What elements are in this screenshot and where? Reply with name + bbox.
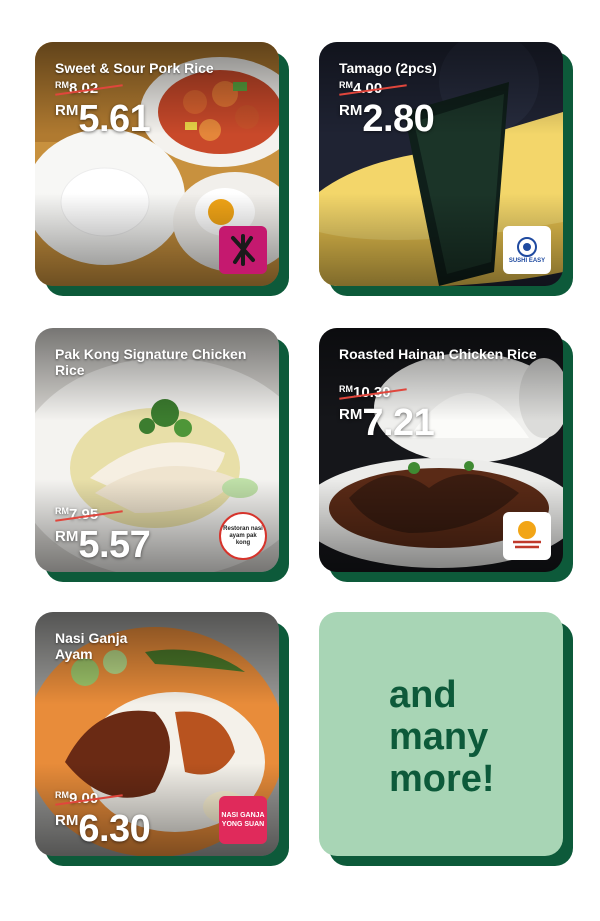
food-card-sweet-sour-pork[interactable]: Sweet & Sour Pork Rice RM8.02 RM5.61 — [35, 42, 289, 296]
food-card-nasi-ganja-ayam[interactable]: Nasi Ganja Ayam RM9.00 RM6.30 NASI GANJA… — [35, 612, 289, 866]
original-price: RM4.00 — [339, 80, 434, 98]
discounted-currency: RM — [55, 102, 79, 119]
food-card-tamago[interactable]: Tamago (2pcs) RM4.00 RM2.80 SUSHI EASY — [319, 42, 573, 296]
discounted-currency: RM — [339, 406, 363, 423]
original-price: RM9.00 — [55, 790, 150, 808]
discounted-currency: RM — [55, 528, 79, 545]
price-block: RM9.00 RM6.30 — [55, 790, 151, 851]
discounted-price-value: 2.80 — [362, 98, 435, 140]
card-body: and many more! — [319, 612, 563, 856]
merchant-logo — [219, 226, 267, 274]
item-title: Sweet & Sour Pork Rice — [55, 60, 214, 76]
merchant-logo-icon — [513, 521, 541, 549]
food-card-roasted-hainan-chicken-rice[interactable]: Roasted Hainan Chicken Rice RM10.30 RM7.… — [319, 328, 573, 582]
discounted-price: RM6.30 — [55, 808, 151, 851]
merchant-logo: Restoran nasi ayam pak kong — [219, 512, 267, 560]
discounted-price: RM2.80 — [339, 98, 435, 141]
item-title: Pak Kong Signature Chicken Rice — [55, 346, 247, 378]
merchant-logo-icon — [517, 237, 537, 257]
merchant-logo — [503, 512, 551, 560]
price-block: RM7.95 RM5.57 — [55, 506, 151, 567]
card-body: Tamago (2pcs) RM4.00 RM2.80 SUSHI EASY — [319, 42, 563, 286]
original-currency: RM — [339, 80, 353, 90]
item-title: Tamago (2pcs) — [339, 60, 437, 76]
card-body: Pak Kong Signature Chicken Rice RM7.95 R… — [35, 328, 279, 572]
and-many-more-text: and many more! — [389, 674, 495, 800]
merchant-logo: SUSHI EASY — [503, 226, 551, 274]
original-currency: RM — [55, 80, 69, 90]
discounted-price-value: 7.21 — [362, 402, 435, 444]
card-body: Nasi Ganja Ayam RM9.00 RM6.30 NASI GANJA… — [35, 612, 279, 856]
card-body: Sweet & Sour Pork Rice RM8.02 RM5.61 — [35, 42, 279, 286]
discounted-price: RM5.57 — [55, 524, 151, 567]
merchant-logo-text: SUSHI EASY — [508, 258, 546, 264]
price-block: RM8.02 RM5.61 — [55, 80, 151, 141]
merchant-logo-text: Restoran nasi ayam pak kong — [223, 525, 263, 546]
item-title: Nasi Ganja Ayam — [55, 630, 128, 662]
original-currency: RM — [55, 790, 69, 800]
discounted-currency: RM — [55, 812, 79, 829]
original-price: RM10.30 — [339, 384, 434, 402]
food-card-pak-kong-chicken-rice[interactable]: Pak Kong Signature Chicken Rice RM7.95 R… — [35, 328, 289, 582]
original-currency: RM — [55, 506, 69, 516]
and-many-more-card: and many more! — [319, 612, 573, 866]
discounted-price: RM5.61 — [55, 98, 151, 141]
original-price: RM8.02 — [55, 80, 150, 98]
price-block: RM10.30 RM7.21 — [339, 384, 435, 445]
original-price: RM7.95 — [55, 506, 150, 524]
discounted-currency: RM — [339, 102, 363, 119]
discounted-price-value: 5.61 — [78, 98, 151, 140]
merchant-logo-text: NASI GANJA YONG SUAN — [221, 812, 265, 828]
merchant-logo-icon — [231, 234, 255, 266]
merchant-logo: NASI GANJA YONG SUAN — [219, 796, 267, 844]
item-title: Roasted Hainan Chicken Rice — [339, 346, 537, 362]
discounted-price-value: 5.57 — [78, 524, 151, 566]
price-block: RM4.00 RM2.80 — [339, 80, 435, 141]
discounted-price-value: 6.30 — [78, 808, 151, 850]
discounted-price: RM7.21 — [339, 402, 435, 445]
card-body: Roasted Hainan Chicken Rice RM10.30 RM7.… — [319, 328, 563, 572]
original-currency: RM — [339, 384, 353, 394]
